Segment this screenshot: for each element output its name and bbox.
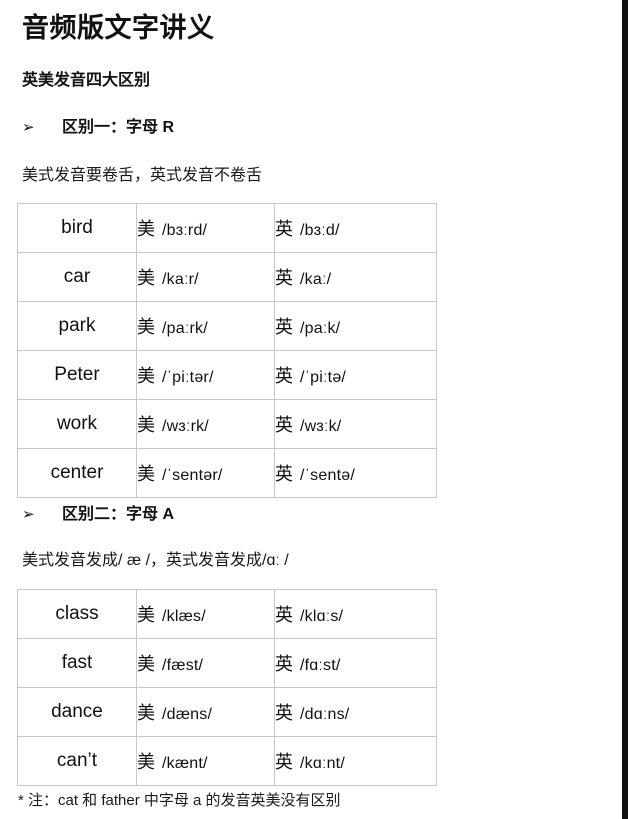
arrow-bullet-icon: ➢ (22, 119, 35, 136)
us-ipa: /wɜːrk/ (162, 418, 209, 435)
word-cell: bird (17, 203, 137, 253)
us-pronunciation-cell: 美/wɜːrk/ (136, 399, 275, 449)
bullet-heading-2: ➢ 区别二：字母 A (22, 503, 174, 527)
uk-pronunciation-cell: 英/wɜːk/ (274, 399, 437, 449)
uk-ipa: /kɑːnt/ (300, 755, 345, 772)
page-right-edge (622, 0, 628, 819)
table-row: dance 美/dæns/ 英/dɑːns/ (17, 687, 437, 737)
uk-ipa: /kaː/ (300, 271, 332, 288)
uk-pronunciation-cell: 英/kɑːnt/ (274, 736, 437, 786)
us-label: 美 (137, 268, 155, 288)
uk-label: 英 (275, 605, 293, 625)
uk-pronunciation-cell: 英/fɑːst/ (274, 638, 437, 688)
rule-text-2: 美式发音发成/ æ /，英式发音发成/ɑː / (22, 552, 289, 569)
us-ipa: /kænt/ (162, 755, 208, 772)
section-heading: 英美发音四大区别 (22, 72, 151, 89)
word-cell: can’t (17, 736, 137, 786)
word-cell: car (17, 252, 137, 302)
uk-pronunciation-cell: 英/ˈpiːtə/ (274, 350, 437, 400)
table-row: can’t 美/kænt/ 英/kɑːnt/ (17, 736, 437, 786)
uk-label: 英 (275, 703, 293, 723)
us-pronunciation-cell: 美/paːrk/ (136, 301, 275, 351)
word-cell: dance (17, 687, 137, 737)
uk-label: 英 (275, 268, 293, 288)
rule-text-1: 美式发音要卷舌，英式发音不卷舌 (22, 167, 263, 184)
us-pronunciation-cell: 美/klæs/ (136, 589, 275, 639)
uk-ipa: /ˈpiːtə/ (300, 369, 347, 386)
uk-pronunciation-cell: 英/bɜːd/ (274, 203, 437, 253)
uk-label: 英 (275, 415, 293, 435)
table-row: class 美/klæs/ 英/klɑːs/ (17, 589, 437, 639)
uk-ipa: /paːk/ (300, 320, 341, 337)
us-ipa: /dæns/ (162, 706, 213, 723)
word-cell: fast (17, 638, 137, 688)
us-label: 美 (137, 317, 155, 337)
uk-pronunciation-cell: 英/kaː/ (274, 252, 437, 302)
bullet-heading-1-label: 区别一：字母 R (62, 119, 175, 136)
footnote: * 注：cat 和 father 中字母 a 的发音英美没有区别 (18, 792, 341, 809)
us-label: 美 (137, 703, 155, 723)
us-ipa: /ˈpiːtər/ (162, 369, 214, 386)
table-row: Peter 美/ˈpiːtər/ 英/ˈpiːtə/ (17, 350, 437, 400)
us-pronunciation-cell: 美/ˈpiːtər/ (136, 350, 275, 400)
word-cell: work (17, 399, 137, 449)
us-pronunciation-cell: 美/ˈsentər/ (136, 448, 275, 498)
us-pronunciation-cell: 美/dæns/ (136, 687, 275, 737)
pronunciation-table-2: class 美/klæs/ 英/klɑːs/ fast 美/fæst/ 英/fɑ… (17, 589, 437, 786)
uk-label: 英 (275, 366, 293, 386)
uk-label: 英 (275, 317, 293, 337)
us-pronunciation-cell: 美/kaːr/ (136, 252, 275, 302)
word-cell: class (17, 589, 137, 639)
uk-pronunciation-cell: 英/ˈsentə/ (274, 448, 437, 498)
uk-pronunciation-cell: 英/klɑːs/ (274, 589, 437, 639)
document-page: 音频版文字讲义 英美发音四大区别 ➢ 区别一：字母 R 美式发音要卷舌，英式发音… (0, 0, 622, 819)
table-row: work 美/wɜːrk/ 英/wɜːk/ (17, 399, 437, 449)
word-cell: center (17, 448, 137, 498)
us-label: 美 (137, 654, 155, 674)
uk-pronunciation-cell: 英/dɑːns/ (274, 687, 437, 737)
us-label: 美 (137, 366, 155, 386)
uk-pronunciation-cell: 英/paːk/ (274, 301, 437, 351)
table-row: bird 美/bɜːrd/ 英/bɜːd/ (17, 203, 437, 253)
us-label: 美 (137, 464, 155, 484)
uk-ipa: /fɑːst/ (300, 657, 341, 674)
bullet-heading-2-label: 区别二：字母 A (62, 506, 175, 523)
us-label: 美 (137, 605, 155, 625)
us-pronunciation-cell: 美/kænt/ (136, 736, 275, 786)
arrow-bullet-icon: ➢ (22, 506, 35, 523)
pronunciation-table-1: bird 美/bɜːrd/ 英/bɜːd/ car 美/kaːr/ 英/kaː/… (17, 203, 437, 498)
us-pronunciation-cell: 美/fæst/ (136, 638, 275, 688)
table-row: park 美/paːrk/ 英/paːk/ (17, 301, 437, 351)
table-row: fast 美/fæst/ 英/fɑːst/ (17, 638, 437, 688)
uk-ipa: /dɑːns/ (300, 706, 350, 723)
uk-label: 英 (275, 219, 293, 239)
us-label: 美 (137, 752, 155, 772)
uk-label: 英 (275, 464, 293, 484)
word-cell: Peter (17, 350, 137, 400)
word-cell: park (17, 301, 137, 351)
us-pronunciation-cell: 美/bɜːrd/ (136, 203, 275, 253)
us-ipa: /kaːr/ (162, 271, 199, 288)
page-title: 音频版文字讲义 (22, 13, 215, 43)
bullet-heading-1: ➢ 区别一：字母 R (22, 116, 174, 140)
uk-ipa: /bɜːd/ (300, 222, 340, 239)
us-ipa: /fæst/ (162, 657, 204, 674)
uk-ipa: /klɑːs/ (300, 608, 344, 625)
us-ipa: /bɜːrd/ (162, 222, 208, 239)
table-row: center 美/ˈsentər/ 英/ˈsentə/ (17, 448, 437, 498)
us-label: 美 (137, 415, 155, 435)
us-ipa: /paːrk/ (162, 320, 208, 337)
uk-ipa: /wɜːk/ (300, 418, 342, 435)
uk-label: 英 (275, 752, 293, 772)
table-row: car 美/kaːr/ 英/kaː/ (17, 252, 437, 302)
us-label: 美 (137, 219, 155, 239)
us-ipa: /klæs/ (162, 608, 206, 625)
uk-ipa: /ˈsentə/ (300, 467, 355, 484)
us-ipa: /ˈsentər/ (162, 467, 223, 484)
uk-label: 英 (275, 654, 293, 674)
